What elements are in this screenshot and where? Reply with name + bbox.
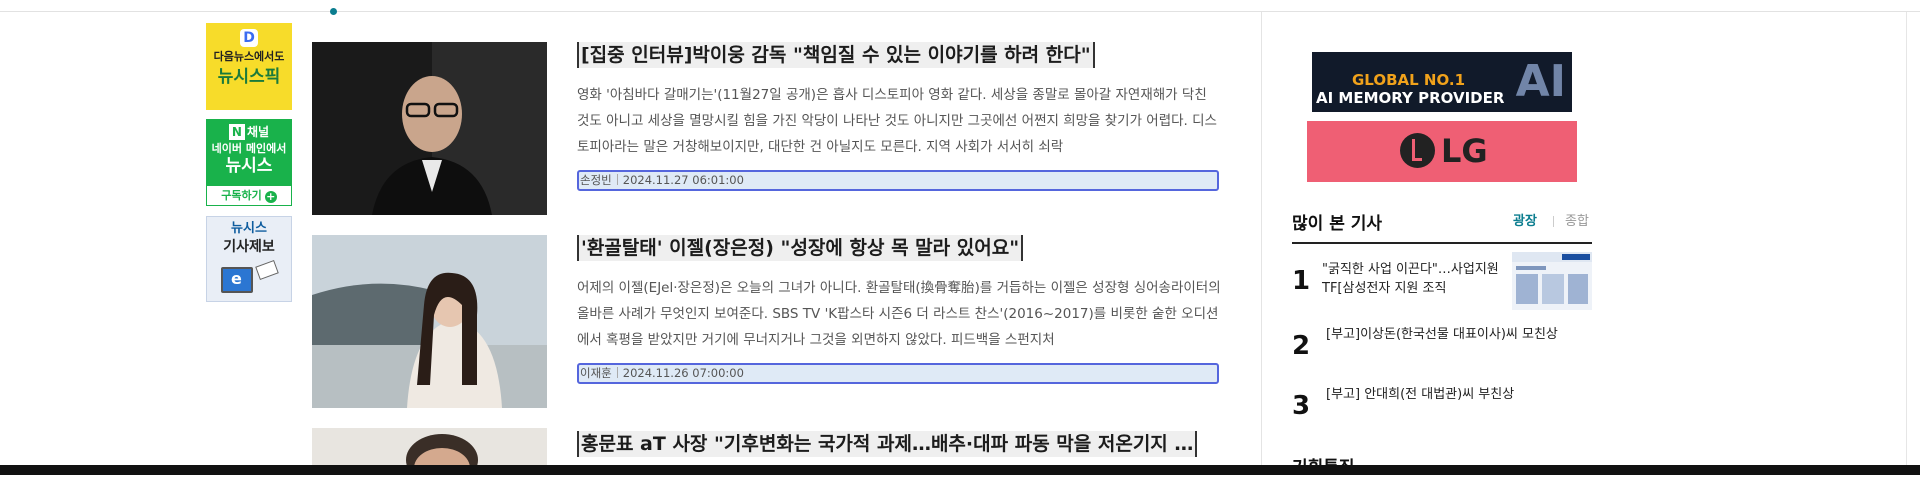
ad-global-line1: GLOBAL NO.1 — [1352, 71, 1466, 89]
article-item[interactable]: [집중 인터뷰]박이웅 감독 "책임질 수 있는 이야기를 하려 한다" 영화 … — [312, 42, 1224, 217]
bottom-bar — [0, 465, 1920, 475]
naver-n-icon: N — [228, 124, 245, 140]
column-divider — [1261, 12, 1262, 465]
article-item[interactable]: '환골탈태' 이젤(장은정) "성장에 항상 목 말라 있어요" 어제의 이젤(… — [312, 235, 1224, 410]
lg-ad[interactable]: LG — [1307, 121, 1577, 182]
lg-logo-icon — [1400, 133, 1435, 168]
article-thumbnail[interactable] — [312, 235, 547, 408]
news-tip-line1: 뉴시스 — [231, 221, 267, 236]
naver-channel-text: 채널 — [246, 125, 270, 139]
global-memory-ad[interactable]: AI GLOBAL NO.1 AI MEMORY PROVIDER — [1312, 52, 1572, 112]
daum-logo-icon: D — [240, 29, 258, 47]
popular-item[interactable]: 2 [부고]이상돈(한국선물 대표이사)씨 모친상 — [1292, 322, 1592, 372]
plus-icon: + — [264, 190, 277, 203]
daum-news-banner[interactable]: D 다음뉴스에서도 뉴시스픽 — [206, 23, 292, 110]
daum-banner-line1: 다음뉴스에서도 — [213, 50, 285, 63]
popular-item[interactable]: 1 "굵직한 사업 이끈다"…사업지원TF[삼성전자 지원 조직 — [1292, 252, 1592, 312]
article-meta: 이재훈 2024.11.26 07:00:00 — [577, 363, 1219, 384]
meta-separator — [616, 174, 618, 185]
news-tip-line2: 기사제보 — [223, 239, 275, 255]
popular-thumbnail[interactable] — [1512, 252, 1592, 310]
article-date: 2024.11.26 07:00:00 — [622, 366, 744, 380]
article-summary: 영화 '아침바다 갈매기는'(11월27일 공개)은 흡사 디스토피아 영화 같… — [577, 87, 1217, 155]
popular-header: 많이 본 기사 광장 종합 — [1292, 210, 1592, 244]
popular-rank: 1 — [1292, 266, 1311, 296]
article-meta: 손정빈 2024.11.27 06:01:00 — [577, 170, 1219, 191]
naver-banner-line1: 네이버 메인에서 — [211, 142, 287, 155]
computer-icon — [221, 267, 253, 293]
tab-overall[interactable]: 종합 — [1565, 213, 1589, 231]
scrollbar-track[interactable] — [1906, 12, 1907, 465]
popular-title: 많이 본 기사 — [1292, 214, 1383, 234]
popular-rank: 2 — [1292, 331, 1311, 361]
article-title[interactable]: '환골탈태' 이젤(장은정) "성장에 항상 목 말라 있어요" — [577, 235, 1024, 261]
article-thumbnail[interactable] — [312, 42, 547, 215]
article-thumbnail[interactable] — [312, 428, 547, 465]
article-title[interactable]: 홍문표 aT 사장 "기후변화는 국가적 과제…배추·대파 파동 막을 저온기지… — [577, 431, 1198, 457]
article-author: 손정빈 — [580, 173, 612, 187]
article-item[interactable]: 홍문표 aT 사장 "기후변화는 국가적 과제…배추·대파 파동 막을 저온기지… — [312, 428, 1224, 465]
article-date: 2024.11.27 06:01:00 — [622, 173, 744, 187]
tab-gwangjang[interactable]: 광장 — [1513, 213, 1537, 231]
naver-subscribe-button[interactable]: 구독하기 + — [207, 186, 291, 205]
meta-separator — [616, 367, 618, 378]
article-author: 이재훈 — [580, 366, 612, 380]
naver-subscribe-label: 구독하기 — [221, 189, 262, 202]
news-tip-banner[interactable]: 뉴시스 기사제보 — [206, 216, 292, 302]
popular-rank: 3 — [1292, 391, 1311, 421]
tab-separator — [1553, 216, 1554, 227]
popular-item[interactable]: 3 [부고] 안대희(전 대법관)씨 부친상 — [1292, 382, 1592, 432]
lg-ad-text: LG — [1441, 132, 1488, 170]
ad-global-line2: AI MEMORY PROVIDER — [1316, 89, 1505, 107]
popular-item-title[interactable]: [부고]이상돈(한국선물 대표이사)씨 모친상 — [1326, 325, 1586, 344]
naver-channel-banner[interactable]: N 채널 네이버 메인에서 뉴시스 구독하기 + — [206, 119, 292, 206]
naver-banner-line2: 뉴시스 — [225, 156, 273, 176]
envelope-icon — [255, 260, 279, 280]
ai-mark: AI — [1515, 56, 1566, 107]
daum-banner-line2: 뉴시스픽 — [217, 67, 281, 87]
popular-item-title[interactable]: "굵직한 사업 이끈다"…사업지원TF[삼성전자 지원 조직 — [1322, 260, 1500, 298]
popular-item-title[interactable]: [부고] 안대희(전 대법관)씨 부친상 — [1326, 385, 1586, 404]
article-title[interactable]: [집중 인터뷰]박이웅 감독 "책임질 수 있는 이야기를 하려 한다" — [577, 42, 1095, 68]
article-summary: 어제의 이젤(EJel·장은정)은 오늘의 그녀가 아니다. 환골탈태(換骨奪胎… — [577, 280, 1221, 348]
top-divider — [0, 11, 1920, 12]
naver-channel-label: N 채널 — [207, 124, 291, 140]
progress-dot — [330, 8, 337, 15]
